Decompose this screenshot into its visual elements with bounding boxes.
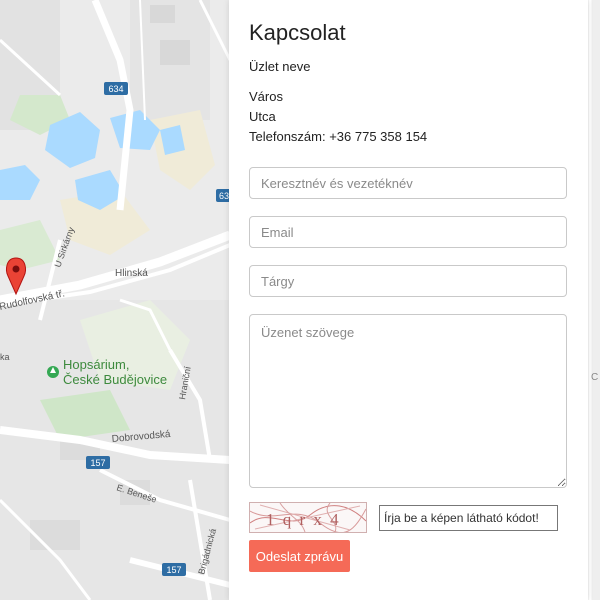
edge-label: C — [591, 372, 598, 383]
svg-text:63: 63 — [219, 191, 229, 201]
svg-text:157: 157 — [166, 565, 181, 575]
city: Város — [249, 89, 283, 104]
phone-number: Telefonszám: +36 775 358 154 — [249, 129, 428, 144]
svg-text:634: 634 — [108, 84, 123, 94]
full-name-input[interactable] — [249, 167, 567, 199]
road-shield-157-upper: 157 — [86, 456, 110, 469]
place-label[interactable]: České Budějovice — [63, 372, 167, 387]
road-shield-157-lower: 157 — [162, 563, 186, 576]
email-input[interactable] — [249, 216, 567, 248]
park-poi-icon[interactable] — [47, 366, 59, 378]
send-message-button[interactable]: Odeslat zprávu — [249, 540, 350, 572]
captcha-image: 1 q r x 4 — [249, 502, 367, 533]
street: Utca — [249, 109, 276, 124]
captcha-input[interactable] — [379, 505, 558, 531]
street-label: ka — [0, 352, 10, 362]
page-title: Kapcsolat — [249, 20, 346, 45]
message-textarea[interactable] — [249, 314, 567, 488]
road-shield-634: 634 — [104, 82, 128, 95]
place-label[interactable]: Hopsárium, — [63, 357, 129, 372]
street-label: Hlinská — [115, 268, 148, 279]
contact-panel: Kapcsolat Üzlet neve Város Utca Telefons… — [229, 0, 588, 600]
svg-text:157: 157 — [90, 458, 105, 468]
shop-name: Üzlet neve — [249, 59, 311, 74]
svg-text:1 q r x 4: 1 q r x 4 — [266, 510, 341, 529]
subject-input[interactable] — [249, 265, 567, 297]
